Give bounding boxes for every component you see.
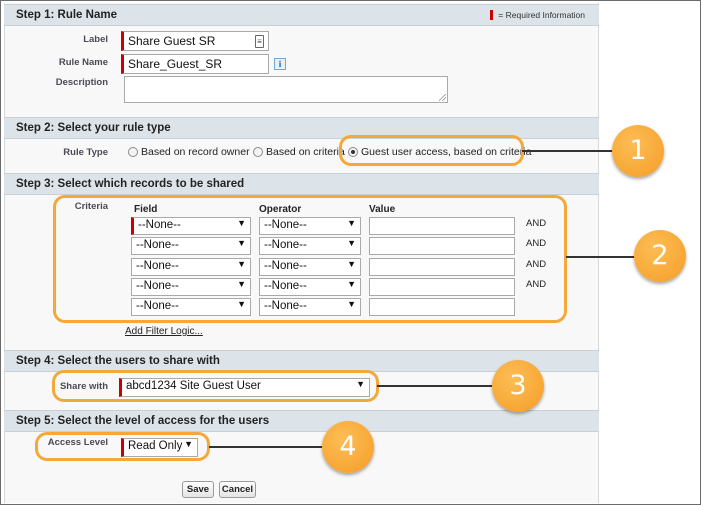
info-icon[interactable]: i <box>274 58 286 70</box>
radio-based-on-criteria[interactable]: Based on criteria <box>253 146 345 158</box>
description-textarea[interactable] <box>124 76 448 103</box>
callout-outline-2 <box>53 195 567 323</box>
callout-connector-4 <box>209 446 324 448</box>
rule-name-input[interactable]: Share_Guest_SR <box>121 54 269 74</box>
radio-label: Based on criteria <box>266 146 345 158</box>
step5-title: Step 5: Select the level of access for t… <box>16 415 270 427</box>
required-legend: = Required Information <box>490 10 585 20</box>
radio-button[interactable] <box>253 147 263 157</box>
callout-badge-2: 2 <box>634 230 686 282</box>
callout-badge-1: 1 <box>612 125 664 177</box>
rule-name-label: Rule Name <box>58 57 108 68</box>
cancel-button[interactable]: Cancel <box>219 481 256 498</box>
required-marker-icon <box>490 10 494 20</box>
rule-name-value: Share_Guest_SR <box>128 57 223 71</box>
callout-outline-3 <box>52 370 379 402</box>
callout-badge-4: 4 <box>322 421 374 473</box>
step1-header: Step 1: Rule Name = Required Information <box>4 4 599 26</box>
rule-type-label: Rule Type <box>63 147 108 158</box>
resize-grip-icon[interactable] <box>439 94 446 101</box>
description-label: Description <box>55 77 108 88</box>
required-legend-text: = Required Information <box>498 10 585 20</box>
step1-title: Step 1: Rule Name <box>16 9 117 21</box>
callout-connector-2 <box>566 256 636 258</box>
label-input[interactable]: Share Guest SR ≡ <box>121 31 269 51</box>
field-sync-icon[interactable]: ≡ <box>255 35 264 48</box>
step2-title: Step 2: Select your rule type <box>16 122 171 134</box>
label-input-value: Share Guest SR <box>128 34 216 48</box>
radio-button[interactable] <box>128 147 138 157</box>
step4-title: Step 4: Select the users to share with <box>16 355 220 367</box>
label-field-label: Label <box>83 34 108 45</box>
save-button[interactable]: Save <box>182 481 214 498</box>
step3-title: Step 3: Select which records to be share… <box>16 178 245 190</box>
add-filter-logic-link[interactable]: Add Filter Logic... <box>125 326 203 337</box>
callout-badge-3: 3 <box>492 360 544 412</box>
step5-header: Step 5: Select the level of access for t… <box>4 410 599 432</box>
callout-connector-1 <box>522 150 614 152</box>
callout-outline-1 <box>339 135 524 166</box>
radio-based-on-record-owner[interactable]: Based on record owner <box>128 146 250 158</box>
callout-connector-3 <box>377 385 494 387</box>
step3-header: Step 3: Select which records to be share… <box>4 173 599 195</box>
callout-outline-4 <box>35 432 210 461</box>
radio-label: Based on record owner <box>141 146 250 158</box>
